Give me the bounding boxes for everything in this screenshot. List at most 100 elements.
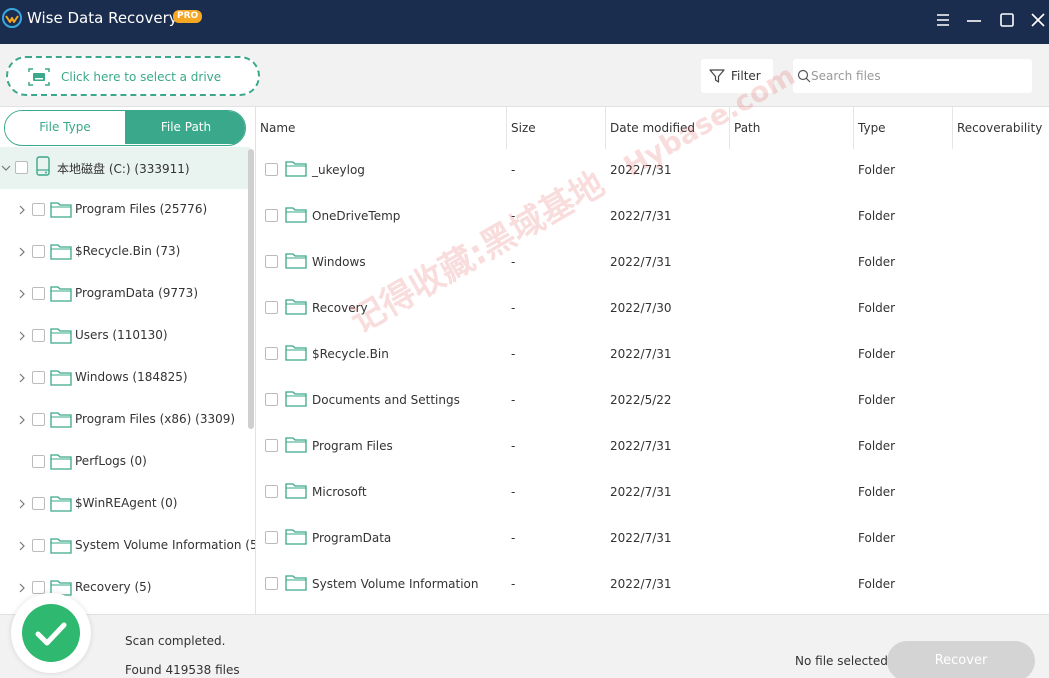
tree-item-drive-c[interactable]: 本地磁盘 (C:) (333911) <box>0 147 250 189</box>
cell-name: ProgramData <box>312 531 392 545</box>
tree-checkbox[interactable] <box>32 203 45 216</box>
folder-icon <box>285 481 307 502</box>
view-tabs: File Type File Path <box>4 110 246 146</box>
folder-icon <box>285 389 307 410</box>
column-header-size[interactable]: Size <box>507 107 606 149</box>
minimize-icon[interactable] <box>964 10 984 30</box>
table-row[interactable]: $Recycle.Bin - 2022/7/31 Folder <box>256 330 1049 376</box>
cell-date: 2022/7/31 <box>610 439 672 453</box>
row-checkbox[interactable] <box>265 301 278 314</box>
tree-checkbox[interactable] <box>32 287 45 300</box>
chevron-right-icon[interactable] <box>17 498 27 512</box>
row-checkbox[interactable] <box>265 439 278 452</box>
chevron-right-icon[interactable] <box>17 372 27 386</box>
chevron-right-icon[interactable] <box>17 204 27 218</box>
tree-item-recycle-bin[interactable]: $Recycle.Bin (73) <box>0 231 250 273</box>
row-checkbox[interactable] <box>265 531 278 544</box>
maximize-icon[interactable] <box>997 10 1017 30</box>
tree-checkbox[interactable] <box>32 581 45 594</box>
tree-item-system-volume-information[interactable]: System Volume Information (5) <box>0 525 255 567</box>
row-checkbox[interactable] <box>265 209 278 222</box>
table-row[interactable]: _ukeylog - 2022/7/31 Folder <box>256 146 1049 192</box>
chevron-right-icon[interactable] <box>17 582 27 596</box>
row-checkbox[interactable] <box>265 577 278 590</box>
cell-type: Folder <box>858 393 896 407</box>
cell-name: $Recycle.Bin <box>312 347 389 361</box>
tree-checkbox[interactable] <box>15 161 28 174</box>
chevron-right-icon[interactable] <box>17 414 27 428</box>
tree-checkbox[interactable] <box>32 497 45 510</box>
chevron-right-icon[interactable] <box>17 288 27 302</box>
column-header-recoverability[interactable]: Recoverability <box>953 107 1049 149</box>
cell-size: - <box>511 393 516 407</box>
table-row[interactable]: System Volume Information - 2022/7/31 Folde… <box>256 560 1049 606</box>
table-row[interactable]: Microsoft - 2022/7/31 Folder <box>256 468 1049 514</box>
select-drive-button[interactable]: Click here to select a drive <box>6 56 260 96</box>
cell-size: - <box>511 209 516 223</box>
column-header-name[interactable]: Name <box>256 107 507 149</box>
table-row[interactable]: OneDriveTemp - 2022/7/31 Folder <box>256 192 1049 238</box>
close-icon[interactable] <box>1028 10 1048 30</box>
tree-item-users[interactable]: Users (110130) <box>0 315 250 357</box>
tree-item-programdata[interactable]: ProgramData (9773) <box>0 273 250 315</box>
cell-date: 2022/7/31 <box>610 163 672 177</box>
search-box[interactable] <box>793 59 1032 93</box>
tree-checkbox[interactable] <box>32 539 45 552</box>
pro-badge: PRO <box>173 10 203 23</box>
table-row[interactable]: Windows - 2022/7/31 Folder <box>256 238 1049 284</box>
chevron-right-icon[interactable] <box>17 246 27 260</box>
tree-checkbox[interactable] <box>32 413 45 426</box>
column-header-path[interactable]: Path <box>730 107 854 149</box>
tree-checkbox[interactable] <box>32 455 45 468</box>
cell-name: OneDriveTemp <box>312 209 401 223</box>
tree-checkbox[interactable] <box>32 329 45 342</box>
row-checkbox[interactable] <box>265 393 278 406</box>
cell-size: - <box>511 255 516 269</box>
row-checkbox[interactable] <box>265 163 278 176</box>
cell-type: Folder <box>858 439 896 453</box>
app-logo-icon <box>2 8 22 28</box>
folder-icon <box>50 242 72 263</box>
folder-icon <box>50 452 72 473</box>
table-row[interactable]: Recovery - 2022/7/30 Folder <box>256 284 1049 330</box>
row-checkbox[interactable] <box>265 347 278 360</box>
tree-item-program-files[interactable]: Program Files (25776) <box>0 189 250 231</box>
tree-scrollbar[interactable] <box>248 149 254 429</box>
tree-item-program-files-x86[interactable]: Program Files (x86) (3309) <box>0 399 250 441</box>
folder-icon <box>285 573 307 594</box>
cell-type: Folder <box>858 485 896 499</box>
row-checkbox[interactable] <box>265 255 278 268</box>
tab-file-type[interactable]: File Type <box>5 111 125 144</box>
tree-item-perflogs[interactable]: PerfLogs (0) <box>0 441 250 483</box>
menu-icon[interactable] <box>933 10 953 30</box>
tree-item-label: Windows (184825) <box>75 370 188 384</box>
filter-button[interactable]: Filter <box>701 59 773 93</box>
cell-size: - <box>511 347 516 361</box>
chevron-down-icon[interactable] <box>1 162 11 176</box>
table-row[interactable]: Program Files - 2022/7/31 Folder <box>256 422 1049 468</box>
column-header-date[interactable]: Date modified <box>606 107 730 149</box>
search-input[interactable] <box>811 67 1021 85</box>
chevron-right-icon[interactable] <box>17 540 27 554</box>
tree-item-label: ProgramData (9773) <box>75 286 198 300</box>
filter-icon <box>709 68 725 87</box>
tree-item-label: Program Files (25776) <box>75 202 208 216</box>
tree-item-label: Users (110130) <box>75 328 168 342</box>
recover-button[interactable]: Recover <box>887 641 1035 678</box>
cell-date: 2022/7/31 <box>610 209 672 223</box>
cell-name: Windows <box>312 255 366 269</box>
table-row[interactable]: ProgramData - 2022/7/31 Folder <box>256 514 1049 560</box>
tree-item-label: System Volume Information (5) <box>75 538 256 552</box>
tab-file-path[interactable]: File Path <box>125 111 245 144</box>
tree-checkbox[interactable] <box>32 245 45 258</box>
column-header-type[interactable]: Type <box>854 107 953 149</box>
table-row[interactable]: Documents and Settings - 2022/5/22 Folder <box>256 376 1049 422</box>
drive-scan-icon <box>27 67 51 90</box>
cell-type: Folder <box>858 209 896 223</box>
tree-item-winreagent[interactable]: $WinREAgent (0) <box>0 483 250 525</box>
row-checkbox[interactable] <box>265 485 278 498</box>
chevron-right-icon[interactable] <box>17 330 27 344</box>
tree-item-windows[interactable]: Windows (184825) <box>0 357 250 399</box>
tree-checkbox[interactable] <box>32 371 45 384</box>
file-list: Name Size Date modified Path Type Recove… <box>256 107 1049 614</box>
